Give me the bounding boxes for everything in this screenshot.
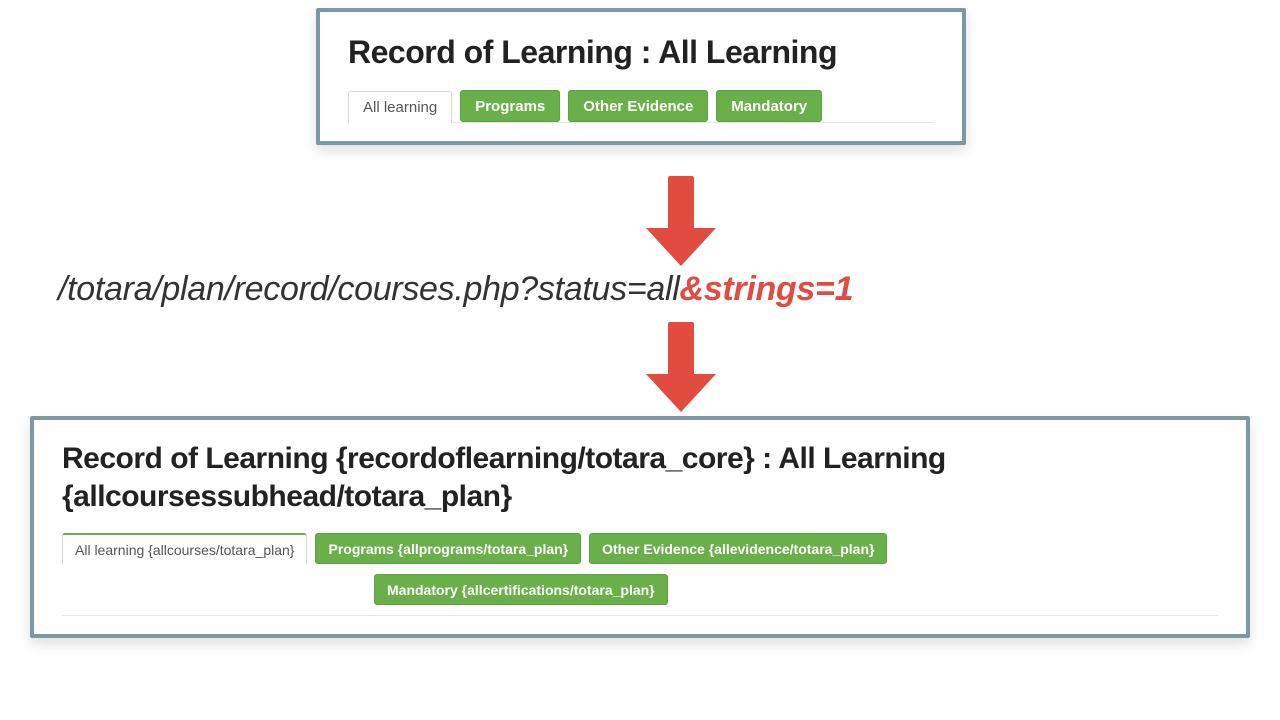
tab-other-evidence[interactable]: Other Evidence	[568, 90, 708, 122]
url-example: /totara/plan/record/courses.php?status=a…	[58, 270, 1218, 309]
heading-after: Record of Learning {recordoflearning/tot…	[62, 440, 1218, 515]
arrow-down-icon	[646, 322, 716, 412]
panel-before: Record of Learning : All Learning All le…	[316, 8, 966, 145]
tabs-after: All learning {allcourses/totara_plan} Pr…	[62, 533, 1218, 616]
url-highlight: &strings=1	[680, 270, 854, 308]
tab-programs-debug[interactable]: Programs {allprograms/totara_plan}	[315, 533, 581, 564]
heading-before: Record of Learning : All Learning	[348, 32, 934, 72]
panel-after: Record of Learning {recordoflearning/tot…	[30, 416, 1250, 638]
tab-programs[interactable]: Programs	[460, 90, 560, 122]
tab-other-evidence-debug[interactable]: Other Evidence {allevidence/totara_plan}	[589, 533, 887, 564]
url-base: /totara/plan/record/courses.php?status=a…	[58, 270, 680, 308]
tab-mandatory[interactable]: Mandatory	[716, 90, 822, 122]
tab-mandatory-debug[interactable]: Mandatory {allcertifications/totara_plan…	[374, 574, 668, 605]
tabs-before: All learning Programs Other Evidence Man…	[348, 90, 934, 123]
tab-all-learning-debug[interactable]: All learning {allcourses/totara_plan}	[62, 533, 307, 565]
diagram-stage: Record of Learning : All Learning All le…	[0, 0, 1280, 720]
tab-all-learning[interactable]: All learning	[348, 91, 452, 123]
arrow-down-icon	[646, 176, 716, 266]
